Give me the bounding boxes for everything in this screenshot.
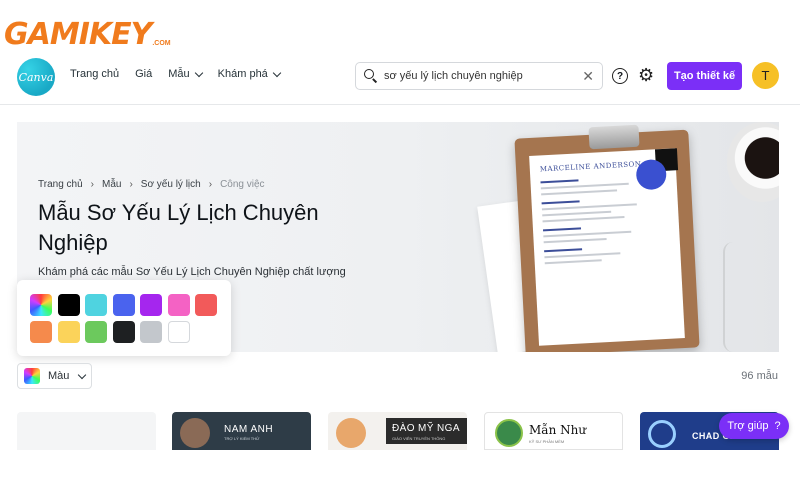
- help-button[interactable]: Trợ giúp ?: [719, 413, 789, 439]
- search-input[interactable]: [384, 70, 583, 82]
- page-title: Mẫu Sơ Yếu Lý Lịch Chuyên Nghiệp: [38, 200, 319, 255]
- color-picker-popup: [17, 280, 231, 356]
- question-icon: ?: [774, 420, 781, 432]
- color-swatch[interactable]: [57, 294, 80, 316]
- help-button-label: Trợ giúp: [727, 420, 769, 432]
- breadcrumb-resume[interactable]: Sơ yếu lý lịch: [141, 179, 201, 190]
- template-subtitle: KỸ SƯ PHẦN MỀM: [529, 439, 565, 444]
- help-icon[interactable]: ?: [612, 68, 628, 84]
- chevron-right-icon: ›: [90, 179, 94, 190]
- search-icon[interactable]: [364, 69, 378, 83]
- template-name: ĐÀO MỸ NGA: [392, 423, 460, 434]
- color-swatch[interactable]: [57, 321, 80, 343]
- nav-home-label: Trang chủ: [70, 68, 120, 80]
- clipboard-clip-image: [588, 124, 640, 150]
- color-filter-button[interactable]: Màu: [17, 363, 92, 389]
- template-subtitle: GIÁO VIÊN TRUYỀN THÔNG: [392, 436, 446, 441]
- resume-line: [541, 189, 617, 196]
- color-swatch[interactable]: [85, 294, 107, 316]
- breadcrumb-templates[interactable]: Mẫu: [102, 179, 121, 190]
- resume-line: [544, 252, 620, 259]
- breadcrumb: Trang chủ › Mẫu › Sơ yếu lý lịch › Công …: [38, 179, 265, 190]
- gamikey-watermark-logo: GAMIKEY .COM: [4, 10, 171, 50]
- resume-line: [543, 238, 607, 244]
- chevron-down-icon: [272, 68, 282, 77]
- color-swatch[interactable]: [140, 294, 162, 316]
- nav-templates-label: Mẫu: [168, 68, 190, 80]
- avatar[interactable]: T: [752, 62, 779, 89]
- color-swatch[interactable]: [85, 321, 107, 343]
- resume-line: [540, 182, 629, 190]
- earphones-image: [723, 242, 743, 352]
- gear-icon[interactable]: ⚙: [638, 65, 654, 85]
- canva-logo[interactable]: Canva: [17, 58, 55, 96]
- help-glyph: ?: [616, 70, 624, 82]
- create-design-button[interactable]: Tạo thiết kế: [667, 62, 742, 90]
- close-icon[interactable]: ✕: [582, 68, 594, 85]
- color-swatch[interactable]: [195, 294, 217, 316]
- nav-home[interactable]: Trang chủ: [70, 68, 119, 80]
- color-swatch[interactable]: [167, 321, 190, 343]
- chevron-down-icon: [77, 370, 87, 379]
- template-photo: [648, 420, 676, 448]
- nav-discover[interactable]: Khám phá: [217, 68, 282, 80]
- avatar-initial: T: [761, 68, 770, 83]
- nav-pricing[interactable]: Giá: [135, 68, 152, 80]
- nav-templates[interactable]: Mẫu: [168, 68, 203, 80]
- template-name: NAM ANH: [224, 424, 274, 435]
- watermark-sub: .COM: [152, 40, 171, 47]
- template-photo: [336, 418, 366, 448]
- chevron-right-icon: ›: [129, 179, 133, 190]
- logo-text: Canva: [18, 70, 54, 84]
- resume-line: [544, 259, 602, 265]
- template-photo: [495, 419, 523, 447]
- resume-line: [543, 230, 632, 238]
- results-count: 96 mẫu: [741, 370, 778, 382]
- color-swatch[interactable]: [167, 294, 190, 316]
- rainbow-swatch-icon: [24, 368, 40, 384]
- main-nav: Trang chủ Giá Mẫu Khám phá: [70, 68, 282, 80]
- nav-discover-label: Khám phá: [217, 68, 268, 80]
- template-card[interactable]: [17, 412, 156, 450]
- resume-line: [544, 248, 582, 253]
- resume-line: [542, 210, 612, 217]
- color-swatch-rainbow[interactable]: [30, 294, 52, 316]
- top-header: Canva Trang chủ Giá Mẫu Khám phá ✕ ? ⚙ T…: [0, 52, 800, 100]
- chevron-right-icon: ›: [208, 179, 213, 190]
- template-photo: [180, 418, 210, 448]
- resume-circle-shape: [635, 158, 668, 191]
- watermark-main: GAMIKEY: [4, 17, 152, 52]
- header-divider: [0, 104, 800, 105]
- color-filter-label: Màu: [48, 370, 70, 382]
- search-bar: ✕: [355, 62, 603, 90]
- color-swatch[interactable]: [30, 321, 52, 343]
- color-swatch[interactable]: [112, 294, 135, 316]
- template-card[interactable]: NAM ANH TRỢ LÝ KIỂM THỬ: [172, 412, 311, 450]
- template-name: Mẫn Như: [529, 423, 587, 437]
- color-swatch[interactable]: [140, 321, 162, 343]
- coffee-cup-image: [727, 122, 779, 202]
- breadcrumb-home[interactable]: Trang chủ: [38, 179, 83, 190]
- resume-line: [542, 216, 625, 223]
- resume-line: [541, 203, 637, 211]
- nav-pricing-label: Giá: [135, 68, 153, 80]
- resume-preview-image: MARCELINE ANDERSON: [529, 148, 685, 346]
- resume-line: [540, 179, 579, 184]
- color-swatch[interactable]: [112, 321, 135, 343]
- page-description: Khám phá các mẫu Sơ Yếu Lý Lịch Chuyên N…: [38, 266, 346, 278]
- template-card[interactable]: ĐÀO MỸ NGA GIÁO VIÊN TRUYỀN THÔNG: [328, 412, 467, 450]
- breadcrumb-current: Công việc: [220, 179, 265, 190]
- resume-line: [541, 200, 580, 205]
- template-card[interactable]: Mẫn Như KỸ SƯ PHẦN MỀM: [484, 412, 623, 450]
- resume-line: [542, 227, 581, 232]
- chevron-down-icon: [194, 68, 203, 77]
- template-subtitle: TRỢ LÝ KIỂM THỬ: [224, 436, 260, 441]
